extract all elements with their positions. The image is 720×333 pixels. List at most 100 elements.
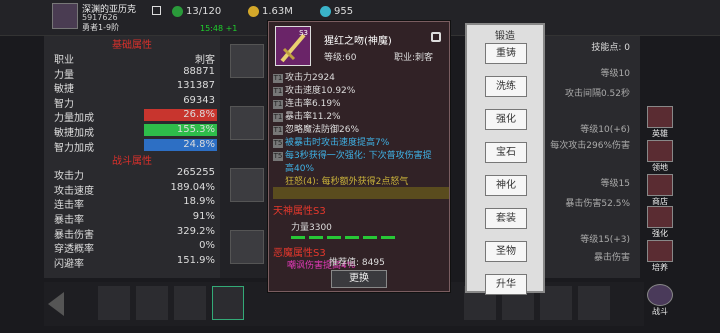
god-attr-stat: 力量3300 — [291, 223, 332, 233]
tier-badge: T1 — [273, 100, 283, 109]
skill-desc: 每次攻击296%伤害 — [550, 141, 630, 151]
item-stat-line: T1 攻击力2924 — [273, 70, 335, 83]
attr-label: 闪避率 — [54, 258, 84, 270]
equip-slot[interactable] — [230, 230, 264, 264]
battle-attr-title: 战斗属性 — [112, 156, 152, 168]
equip-slot[interactable] — [230, 44, 264, 78]
attr-value: 24.8% — [183, 138, 215, 150]
player-avatar[interactable] — [52, 3, 78, 29]
scroll-left-arrow-icon[interactable] — [48, 292, 64, 316]
god-level-segment — [381, 236, 395, 239]
item-detail-popup: S3 猩红之吻(神魔) 等级:60 职业:刺客 T1 攻击力2924 T1 攻击速度1… — [268, 21, 450, 292]
recommend-score: 推荐值: 8495 — [329, 258, 385, 268]
skill-desc: 攻击间隔0.52秒 — [564, 89, 630, 99]
skill-points: 技能点: 0 — [591, 43, 630, 53]
enhance-icon — [647, 206, 673, 228]
equipment-column — [220, 36, 270, 278]
hero-slot[interactable] — [136, 286, 168, 320]
skill-panel: 技能点: 0 等级10 攻击间隔0.52秒 等级10(+6) 每次攻击296%伤… — [540, 36, 640, 278]
shop-button[interactable]: 商店 — [645, 174, 675, 207]
tier-badge: T1 — [273, 126, 283, 135]
hero-slot[interactable] — [174, 286, 206, 320]
god-level-segment — [291, 236, 305, 239]
attr-row: 智力 69343 — [44, 94, 220, 110]
attr-value: 0% — [199, 240, 215, 252]
item-stat-text: 攻击速度10.92% — [285, 86, 356, 96]
attr-label: 智力加成 — [54, 142, 94, 154]
item-stat-line: T1 攻击速度10.92% — [273, 83, 355, 96]
energy-timer: 15:48 +1 — [200, 24, 238, 33]
change-button[interactable]: 更换 — [331, 270, 387, 288]
item-stat-text: 连击率6.19% — [285, 99, 341, 109]
enhance-button[interactable]: 强化 — [645, 206, 675, 239]
god-level-segment — [327, 236, 341, 239]
item-stat-line: 狂怒(4): 每秒额外获得2点怒气 — [285, 174, 408, 187]
cultivate-button[interactable]: 培养 — [645, 240, 675, 273]
item-stat-text: 每3秒获得一次强化: 下次普攻伤害提 — [285, 151, 432, 161]
tier-badge: T5 — [273, 152, 283, 161]
forge-option-button[interactable]: 升华 — [485, 274, 527, 295]
lock-icon[interactable] — [431, 32, 441, 42]
item-stat-line: T5 每3秒获得一次强化: 下次普攻伤害提 — [273, 148, 432, 161]
hero-button[interactable]: 英雄 — [645, 106, 675, 139]
attr-value: 265255 — [176, 167, 215, 179]
forge-option-button[interactable]: 强化 — [485, 109, 527, 130]
attr-row: 闪避率 151.9% — [44, 254, 220, 270]
player-rank: 勇者1-9阶 — [82, 23, 120, 32]
item-stat-line: 高40% — [285, 161, 314, 174]
attr-value: 26.8% — [183, 109, 215, 121]
basic-attr-title: 基础属性 — [112, 40, 152, 51]
player-id: 5917626 — [82, 13, 118, 22]
hero-slot[interactable] — [578, 286, 610, 320]
attr-row: 职业 刺客 — [44, 50, 220, 66]
territory-button[interactable]: 领地 — [645, 140, 675, 173]
forge-option-button[interactable]: 神化 — [485, 175, 527, 196]
skill-level: 等级10 — [600, 69, 630, 79]
forge-option-button[interactable]: 圣物 — [485, 241, 527, 262]
territory-icon — [647, 140, 673, 162]
item-stat-text: 攻击力2924 — [285, 73, 335, 83]
attr-value: 18.9% — [183, 196, 215, 208]
attr-row: 敏捷加成 155.3% — [44, 123, 220, 139]
attr-value: 155.3% — [176, 123, 215, 135]
edit-icon[interactable] — [152, 6, 161, 15]
tier-badge: T1 — [273, 74, 283, 83]
forge-option-button[interactable]: 重铸 — [485, 43, 527, 64]
item-stat-text: 狂怒(4): 每秒额外获得2点怒气 — [285, 177, 409, 187]
forge-menu: 锻造 重铸 洗练 强化 宝石 神化 套装 圣物 升华 — [465, 23, 545, 295]
attr-row: 暴击率 91% — [44, 210, 220, 226]
energy-icon — [172, 6, 183, 17]
hero-slot[interactable] — [98, 286, 130, 320]
item-level: 等级:60 — [324, 53, 357, 63]
skill-level: 等级15 — [600, 179, 630, 189]
attr-value: 91% — [192, 210, 215, 222]
energy-counter[interactable]: 13/120 — [172, 6, 221, 17]
hero-slot-selected[interactable] — [212, 286, 244, 320]
attr-value: 88871 — [183, 65, 215, 77]
sword-icon: S3 — [275, 26, 311, 66]
item-job: 职业:刺客 — [394, 53, 434, 63]
attribute-panel: 基础属性 职业 刺客 力量 88871 敏捷 131387 智力 69343 力量加成 26.8%… — [44, 36, 220, 278]
gold-counter[interactable]: 1.63M — [248, 6, 293, 17]
skill-desc: 暴击伤害 — [593, 253, 630, 263]
hero-icon — [647, 106, 673, 128]
attr-row: 力量加成 26.8% — [44, 108, 220, 124]
item-stat-line: T1 忽略魔法防御26% — [273, 122, 359, 135]
attr-row: 攻击力 265255 — [44, 166, 220, 182]
gold-coin-icon — [248, 6, 259, 17]
gem-counter[interactable]: 955 — [320, 6, 353, 17]
equip-slot[interactable] — [230, 106, 264, 140]
skill-level: 等级15(+3) — [580, 235, 630, 245]
forge-option-button[interactable]: 套装 — [485, 208, 527, 229]
battle-button[interactable]: 战斗 — [645, 284, 675, 317]
item-stat-line: T1 暴击率11.2% — [273, 109, 341, 122]
item-stat-text: 高40% — [285, 164, 315, 174]
god-level-segment — [363, 236, 377, 239]
forge-option-button[interactable]: 洗练 — [485, 76, 527, 97]
gem-icon — [320, 6, 331, 17]
forge-option-button[interactable]: 宝石 — [485, 142, 527, 163]
item-stat-text: 暴击率11.2% — [285, 112, 341, 122]
item-name: 猩红之吻(神魔) — [324, 36, 392, 47]
attr-row: 攻击速度 189.04% — [44, 181, 220, 197]
equip-slot[interactable] — [230, 168, 264, 202]
